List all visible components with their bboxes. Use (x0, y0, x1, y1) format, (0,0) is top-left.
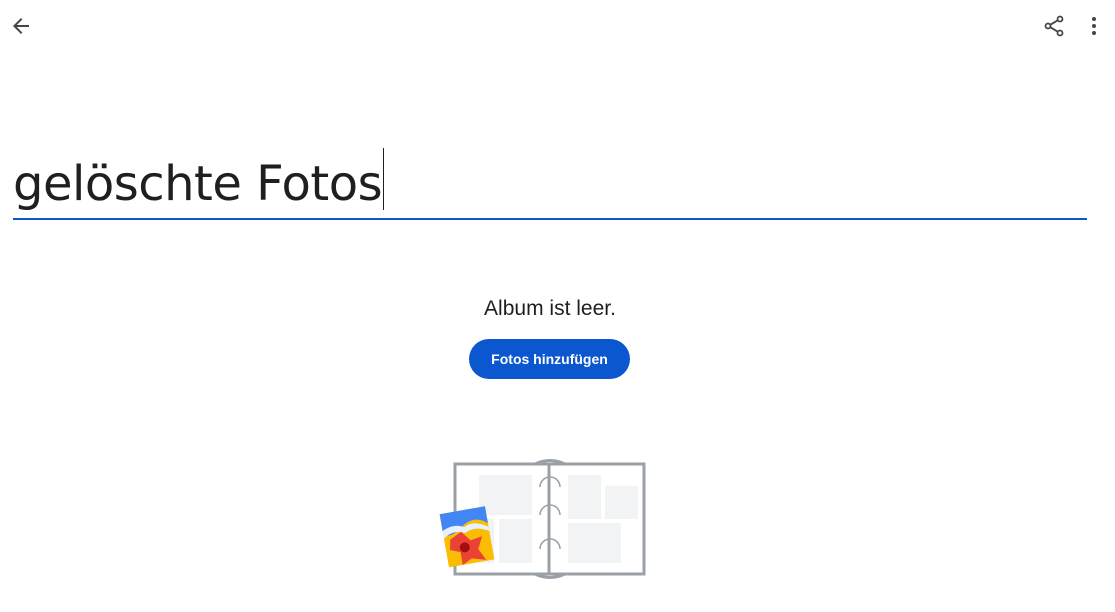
album-page: gelöschte Fotos Album ist leer. Fotos hi… (0, 0, 1115, 612)
back-button[interactable] (1, 6, 41, 46)
more-options-button[interactable] (1074, 6, 1114, 46)
add-photos-button[interactable]: Fotos hinzufügen (469, 339, 630, 379)
top-app-bar (0, 0, 1115, 52)
album-title-input[interactable]: gelöschte Fotos (13, 148, 1087, 220)
empty-album-illustration (436, 455, 656, 585)
text-caret (383, 148, 385, 210)
empty-album-message: Album ist leer. (484, 297, 616, 320)
album-title-text: gelöschte Fotos (13, 156, 383, 212)
arrow-back-icon (13, 18, 29, 34)
share-icon (1044, 15, 1064, 37)
share-button[interactable] (1034, 6, 1074, 46)
more-vert-icon (1092, 17, 1096, 35)
